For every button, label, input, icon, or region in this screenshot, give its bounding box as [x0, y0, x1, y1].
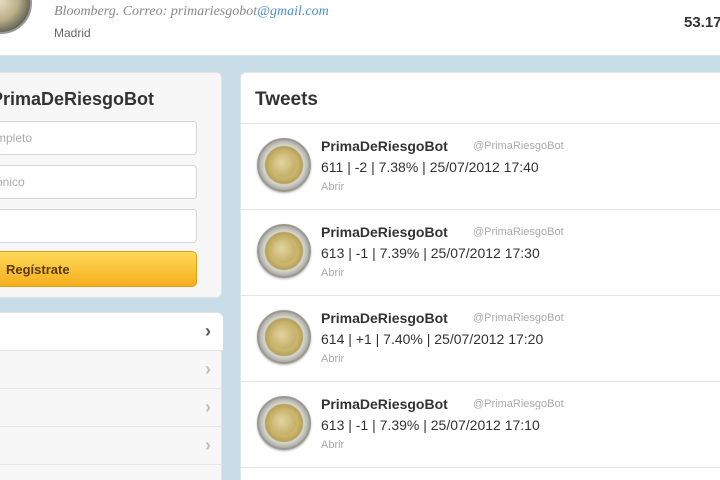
email-field[interactable]: ónico	[0, 165, 197, 199]
full-name-field[interactable]: mpleto	[0, 121, 197, 155]
profile-location: Madrid	[54, 26, 91, 40]
tweet-author-handle[interactable]: @PrimaRiesgoBot	[473, 226, 564, 238]
tweet-item[interactable]: PrimaDeRiesgoBot @PrimaRiesgoBot 613 | -…	[241, 210, 720, 296]
nav-row[interactable]: ›	[0, 389, 223, 427]
chevron-right-icon: ›	[205, 473, 211, 480]
nav-row[interactable]: ›	[0, 351, 223, 389]
profile-nav-card: › › › › ›	[0, 312, 223, 480]
chevron-right-icon: ›	[205, 359, 211, 379]
tweet-text: 611 | -2 | 7.38% | 25/07/2012 17:40	[321, 159, 539, 175]
tweet-avatar[interactable]	[257, 310, 311, 364]
password-field[interactable]	[0, 209, 197, 243]
profile-avatar[interactable]	[0, 0, 32, 34]
bio-email-link[interactable]: @gmail.com	[257, 4, 329, 19]
tweet-text: 613 | -1 | 7.39% | 25/07/2012 17:10	[321, 417, 540, 433]
tweet-item[interactable]: PrimaDeRiesgoBot @PrimaRiesgoBot 613 | -…	[241, 382, 720, 468]
nav-row[interactable]: ›	[0, 465, 223, 480]
chevron-right-icon: ›	[205, 321, 211, 341]
tweet-item[interactable]: PrimaDeRiesgoBot @PrimaRiesgoBot 614 | +…	[241, 296, 720, 382]
tweet-author-handle[interactable]: @PrimaRiesgoBot	[473, 312, 564, 324]
tweet-avatar[interactable]	[257, 396, 311, 450]
tweet-open-link[interactable]: Abrir	[321, 267, 344, 279]
signup-card: PrimaDeRiesgoBot mpleto ónico Regístrate	[0, 72, 222, 298]
tweet-open-link[interactable]: Abrir	[321, 439, 344, 451]
tweet-avatar[interactable]	[257, 138, 311, 192]
tweet-text: 613 | -1 | 7.39% | 25/07/2012 17:30	[321, 245, 540, 261]
chevron-right-icon: ›	[205, 435, 211, 455]
tweet-item[interactable]: PrimaDeRiesgoBot @PrimaRiesgoBot 611 | -…	[241, 124, 720, 210]
tweets-panel: Tweets PrimaDeRiesgoBot @PrimaRiesgoBot …	[240, 72, 720, 480]
tweet-open-link[interactable]: Abrir	[321, 353, 344, 365]
tweet-author-handle[interactable]: @PrimaRiesgoBot	[473, 140, 564, 152]
signup-title: PrimaDeRiesgoBot	[0, 89, 155, 109]
tweet-author-name[interactable]: PrimaDeRiesgoBot	[321, 138, 448, 154]
tweet-avatar[interactable]	[257, 224, 311, 278]
bio-text: Bloomberg. Correo: primariesgobot	[54, 4, 258, 19]
tweet-text: 614 | +1 | 7.40% | 25/07/2012 17:20	[321, 331, 544, 347]
tweet-author-name[interactable]: PrimaDeRiesgoBot	[321, 224, 448, 240]
chevron-right-icon: ›	[205, 397, 211, 417]
tweet-author-name[interactable]: PrimaDeRiesgoBot	[321, 396, 448, 412]
register-button[interactable]: Regístrate	[0, 251, 197, 287]
tweets-title: Tweets	[255, 89, 319, 110]
tweet-open-link[interactable]: Abrir	[321, 181, 344, 193]
nav-row[interactable]: ›	[0, 427, 223, 465]
profile-bio: Bloomberg. Correo: primariesgobot@gmail.…	[54, 4, 329, 20]
tweet-author-handle[interactable]: @PrimaRiesgoBot	[473, 398, 564, 410]
profile-stat-count[interactable]: 53.17	[684, 14, 720, 31]
profile-header: Bloomberg. Correo: primariesgobot@gmail.…	[0, 0, 720, 56]
nav-row[interactable]: ›	[0, 313, 223, 351]
tweet-author-name[interactable]: PrimaDeRiesgoBot	[321, 310, 448, 326]
